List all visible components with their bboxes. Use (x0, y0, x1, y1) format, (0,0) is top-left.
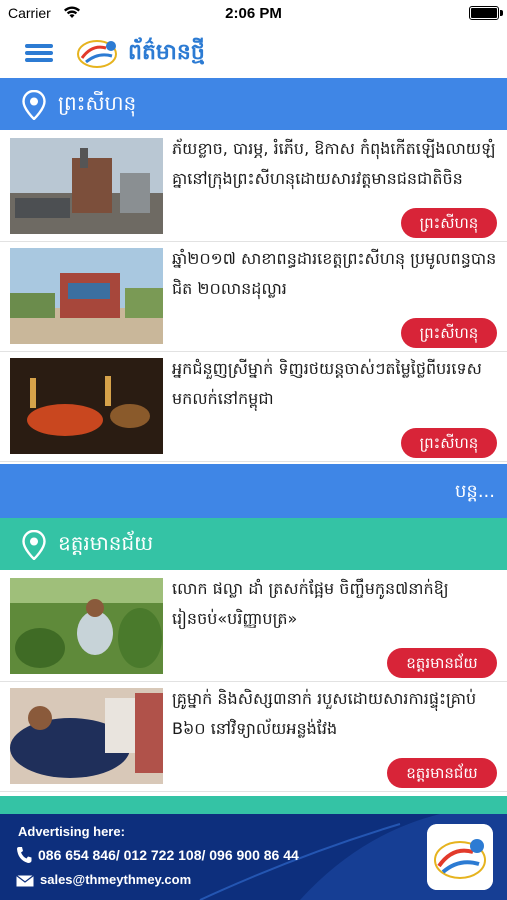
article-title: គ្រូម្នាក់ និងសិស្ស៣នាក់ របួសដោយសារការផ្… (172, 689, 477, 738)
app-header: ព័ត៌មានថ្មី (0, 28, 507, 78)
next-section-header[interactable] (0, 796, 507, 814)
app-logo (77, 40, 117, 68)
category-tag[interactable]: ឧត្តរមានជ័យ (387, 758, 497, 788)
battery-icon (469, 6, 503, 20)
section-header-oddar-meanchey[interactable]: ឧត្តរមានជ័យ (0, 518, 507, 570)
category-tag[interactable]: ឧត្តរមានជ័យ (387, 648, 497, 678)
ad-phone[interactable]: 086 654 846/ 012 722 108/ 096 900 86 44 (38, 847, 299, 863)
article-item[interactable]: អ្នកជំនួញស្រីម្នាក់ ទិញរថយន្តចាស់ៗតម្លៃថ… (0, 352, 507, 462)
article-thumbnail (10, 248, 163, 344)
status-bar: Carrier 2:06 PM (0, 0, 507, 28)
article-title: លោក ផល្លា ដាំ ត្រសក់ផ្អែម ចិញ្ចឹមកូន៧នាក… (172, 579, 449, 628)
article-item[interactable]: លោក ផល្លា ដាំ ត្រសក់ផ្អែម ចិញ្ចឹមកូន៧នាក… (0, 572, 507, 682)
location-pin-icon (22, 530, 46, 560)
section-title: ព្រះសីហនុ (58, 91, 137, 115)
category-tag[interactable]: ព្រះសីហនុ (401, 208, 497, 238)
category-tag[interactable]: ព្រះសីហនុ (401, 318, 497, 348)
clock: 2:06 PM (225, 5, 282, 22)
phone-icon (17, 847, 32, 863)
article-item[interactable]: គ្រូម្នាក់ និងសិស្ស៣នាក់ របួសដោយសារការផ្… (0, 682, 507, 792)
article-thumbnail (10, 358, 163, 454)
category-tag[interactable]: ព្រះសីហនុ (401, 428, 497, 458)
article-thumbnail (10, 688, 163, 784)
mail-icon (16, 875, 34, 887)
article-item[interactable]: ឆ្នាំ២០១៧ សាខាពន្ធដារខេត្តព្រះសីហនុ ប្រម… (0, 242, 507, 352)
article-item[interactable]: ភ័យខ្លាច, បារម្ភ, រំភើប, ឱកាស កំពុងកើតឡើ… (0, 132, 507, 242)
hamburger-menu-icon[interactable] (25, 42, 53, 64)
app-logo (427, 824, 493, 890)
section-header-preah-sihanouk[interactable]: ព្រះសីហនុ (0, 78, 507, 130)
location-pin-icon (22, 90, 46, 120)
ad-email[interactable]: sales@thmeythmey.com (40, 872, 191, 887)
section-title: ឧត្តរមានជ័យ (58, 531, 154, 555)
ad-title: Advertising here: (18, 824, 125, 839)
more-button[interactable]: បន្ត... (455, 479, 495, 506)
article-title: អ្នកជំនួញស្រីម្នាក់ ទិញរថយន្តចាស់ៗតម្លៃថ… (172, 359, 482, 408)
article-thumbnail (10, 578, 163, 674)
article-title: ភ័យខ្លាច, បារម្ភ, រំភើប, ឱកាស កំពុងកើតឡើ… (172, 139, 496, 188)
article-thumbnail (10, 138, 163, 234)
page-title: ព័ត៌មានថ្មី (128, 40, 205, 65)
article-title: ឆ្នាំ២០១៧ សាខាពន្ធដារខេត្តព្រះសីហនុ ប្រម… (172, 249, 497, 298)
advertising-banner[interactable]: Advertising here: 086 654 846/ 012 722 1… (0, 814, 507, 900)
more-bar[interactable]: បន្ត... (0, 464, 507, 518)
